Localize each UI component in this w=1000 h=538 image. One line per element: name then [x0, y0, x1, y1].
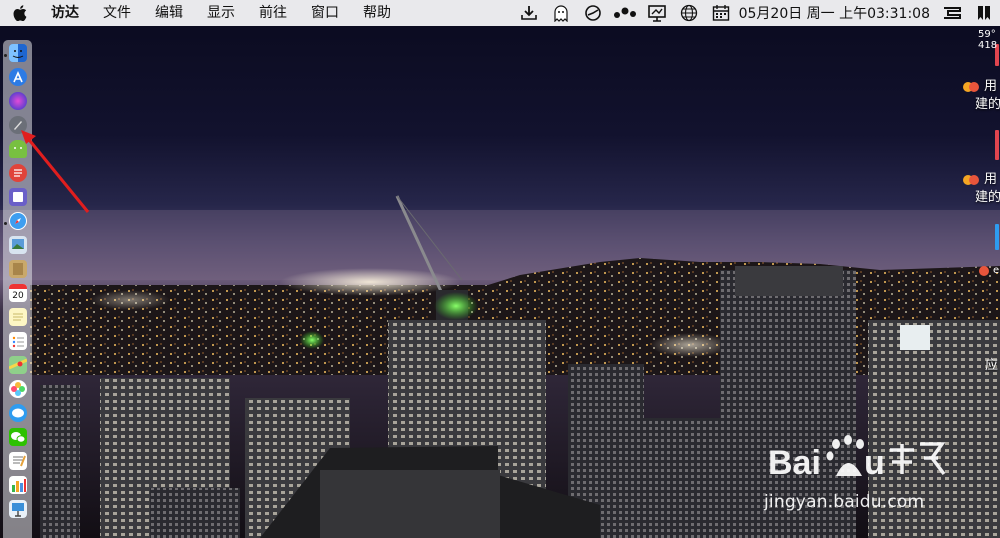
photos-icon[interactable] — [9, 380, 27, 398]
weather-number: 418 — [978, 40, 998, 51]
maps-icon[interactable] — [9, 356, 27, 374]
ghost-icon[interactable] — [545, 0, 577, 26]
annotation-arrow-icon — [16, 126, 96, 223]
notification-icon[interactable] — [995, 224, 999, 250]
baidu-watermark: Bai u jingyan.baidu.com — [764, 428, 954, 518]
svg-text:u: u — [864, 444, 885, 482]
wechat-icon[interactable] — [9, 428, 27, 446]
calendar-icon[interactable] — [705, 0, 737, 26]
speedometer-icon[interactable] — [577, 0, 609, 26]
screen-mirror-icon[interactable] — [936, 0, 968, 26]
finder-icon[interactable] — [9, 44, 27, 62]
menu-clock[interactable]: 05月20日 周一 上午03:31:08 — [737, 3, 936, 23]
app-store-icon[interactable] — [9, 68, 27, 86]
menu-file[interactable]: 文件 — [92, 0, 144, 26]
baidu-logo-icon: Bai u — [768, 435, 946, 482]
apple-menu-icon[interactable] — [0, 0, 40, 26]
fragment-short-text: e — [993, 265, 1000, 276]
notes-app-icon[interactable] — [9, 260, 27, 278]
menu-edit[interactable]: 编辑 — [144, 0, 196, 26]
menu-view[interactable]: 显示 — [196, 0, 248, 26]
notification-line1: 用 — [984, 79, 998, 94]
preview-icon[interactable] — [9, 236, 27, 254]
svg-text:Bai: Bai — [768, 444, 821, 482]
stickies-icon[interactable] — [9, 308, 27, 326]
menu-window[interactable]: 窗口 — [300, 0, 352, 26]
notification-screen-icon[interactable] — [641, 0, 673, 26]
notification-line2: 建的 — [975, 97, 1000, 112]
weather-temp: 59° — [978, 29, 996, 40]
menu-bar: 访达 文件 编辑 显示 前往 窗口 帮助 05月20日 周一 上午03:31:0… — [0, 0, 1000, 26]
fragment-short-text: 应 — [985, 358, 999, 373]
running-indicator — [4, 222, 7, 225]
calendar-day: 20 — [12, 290, 24, 301]
menu-go[interactable]: 前往 — [248, 0, 300, 26]
notification-line1: 用 — [984, 172, 998, 187]
running-indicator — [4, 54, 7, 57]
download-icon[interactable] — [513, 0, 545, 26]
globe-icon[interactable] — [673, 0, 705, 26]
reminders-icon[interactable] — [9, 332, 27, 350]
status-dot-icon — [979, 266, 989, 276]
status-area: 05月20日 周一 上午03:31:08 — [513, 0, 1000, 26]
menu-app-name[interactable]: 访达 — [40, 0, 92, 26]
toggle-icon — [963, 175, 979, 185]
keynote-icon[interactable] — [9, 500, 27, 518]
notification-icon[interactable] — [995, 130, 999, 160]
numbers-icon[interactable] — [9, 476, 27, 494]
notification-line2: 建的 — [975, 190, 1000, 205]
bookmark-icon[interactable] — [968, 0, 1000, 26]
menu-help[interactable]: 帮助 — [352, 0, 404, 26]
siri-icon[interactable] — [9, 92, 27, 110]
messages-icon[interactable] — [9, 404, 27, 422]
dots-icon[interactable] — [609, 0, 641, 26]
calendar-app-icon[interactable]: 20 — [9, 284, 27, 302]
toggle-icon — [963, 82, 979, 92]
dock: 20 — [3, 40, 32, 538]
watermark-url: jingyan.baidu.com — [764, 492, 925, 512]
textedit-icon[interactable] — [9, 452, 27, 470]
